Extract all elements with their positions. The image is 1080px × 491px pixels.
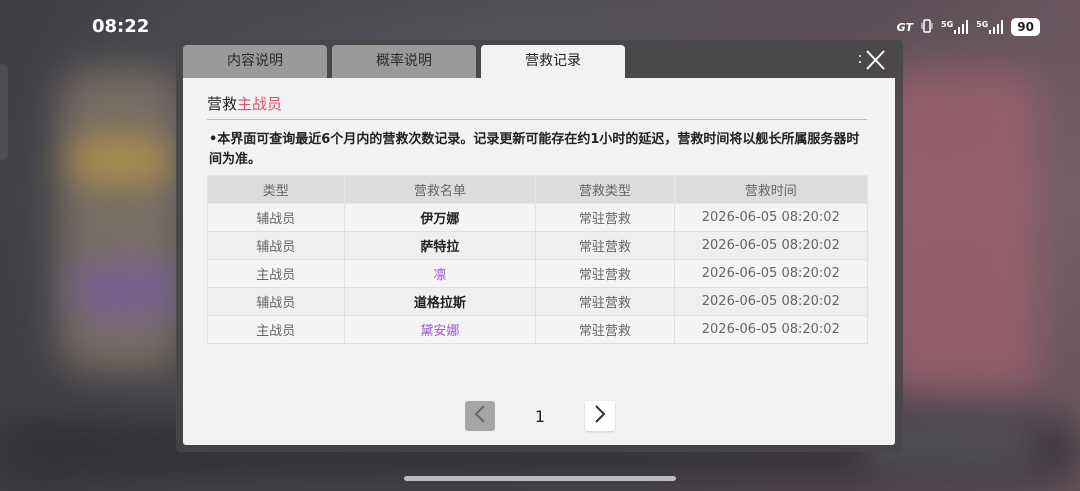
background-blur-shape (60, 70, 180, 370)
network-type-label: 5G (941, 20, 954, 29)
cell-time: 2026-06-05 08:20:02 (673, 315, 869, 344)
status-indicators: GT 5G 5G 90 (897, 18, 1040, 36)
carrier-badge: GT (896, 20, 914, 34)
cell-time: 2026-06-05 08:20:02 (673, 259, 869, 288)
cell-time: 2026-06-05 08:20:02 (673, 203, 869, 232)
vibrate-icon (921, 18, 933, 36)
cell-time: 2026-06-05 08:20:02 (673, 231, 869, 260)
notice-text: •本界面可查询最近6个月内的营救次数记录。记录更新可能存在约1小时的延迟，营救时… (209, 132, 860, 167)
table-row: 主战员 凛 常驻营救 2026-06-05 08:20:02 (207, 259, 869, 288)
cell-type: 辅战员 (207, 287, 345, 316)
tab-bar: 内容说明 概率说明 营救记录 (183, 45, 625, 78)
records-table: 类型 营救名单 营救类型 营救时间 辅战员 伊万娜 常驻营救 2026-06-0… (207, 175, 869, 344)
current-page-number: 1 (534, 406, 546, 426)
cell-name: 凛 (343, 259, 537, 288)
table-header-row: 类型 营救名单 营救类型 营救时间 (207, 175, 869, 204)
cell-rescue-type: 常驻营救 (535, 259, 675, 288)
signal-strength-icon: 5G (941, 20, 969, 34)
heading-prefix: 营救 (207, 95, 238, 113)
close-icon (858, 48, 886, 72)
table-row: 主战员 黛安娜 常驻营救 2026-06-05 08:20:02 (207, 315, 869, 344)
cell-type: 辅战员 (207, 231, 345, 260)
cell-name: 伊万娜 (343, 203, 537, 232)
cell-rescue-type: 常驻营救 (535, 203, 675, 232)
column-header-name: 营救名单 (343, 175, 537, 204)
background-blur-shape (70, 140, 170, 180)
battery-indicator: 90 (1011, 18, 1040, 36)
tab-content-description[interactable]: 内容说明 (183, 45, 327, 78)
cell-rescue-type: 常驻营救 (535, 231, 675, 260)
cell-type: 辅战员 (207, 203, 345, 232)
tab-probability-description[interactable]: 概率说明 (332, 45, 476, 78)
cell-name: 萨特拉 (343, 231, 537, 260)
tab-rescue-records[interactable]: 营救记录 (481, 45, 625, 78)
background-blur-shape (880, 70, 1040, 390)
cell-time: 2026-06-05 08:20:02 (673, 287, 869, 316)
chevron-left-icon (474, 405, 486, 427)
close-button[interactable] (858, 48, 886, 72)
prev-page-button[interactable] (465, 401, 495, 431)
cell-type: 主战员 (207, 259, 345, 288)
cell-name: 道格拉斯 (343, 287, 537, 316)
next-page-button[interactable] (585, 401, 615, 431)
column-header-rescue-type: 营救类型 (535, 175, 675, 204)
side-drawer-handle[interactable] (0, 64, 8, 160)
column-header-time: 营救时间 (673, 175, 869, 204)
heading-divider (207, 119, 867, 120)
network-type-label: 5G (976, 20, 989, 29)
home-indicator[interactable] (404, 476, 676, 481)
pagination: 1 (465, 401, 615, 431)
table-row: 辅战员 伊万娜 常驻营救 2026-06-05 08:20:02 (207, 203, 869, 232)
rescue-records-panel: 营救主战员 •本界面可查询最近6个月内的营救次数记录。记录更新可能存在约1小时的… (183, 78, 895, 445)
cell-rescue-type: 常驻营救 (535, 287, 675, 316)
background-blur-shape (70, 260, 180, 320)
cell-type: 主战员 (207, 315, 345, 344)
cell-name: 黛安娜 (343, 315, 537, 344)
table-row: 辅战员 萨特拉 常驻营救 2026-06-05 08:20:02 (207, 231, 869, 260)
column-header-type: 类型 (207, 175, 345, 204)
cell-rescue-type: 常驻营救 (535, 315, 675, 344)
chevron-right-icon (594, 405, 606, 427)
heading-accent: 主战员 (237, 95, 283, 113)
section-heading: 营救主战员 (207, 93, 282, 114)
signal-strength-icon: 5G (976, 20, 1004, 34)
status-time: 08:22 (92, 16, 150, 37)
table-row: 辅战员 道格拉斯 常驻营救 2026-06-05 08:20:02 (207, 287, 869, 316)
